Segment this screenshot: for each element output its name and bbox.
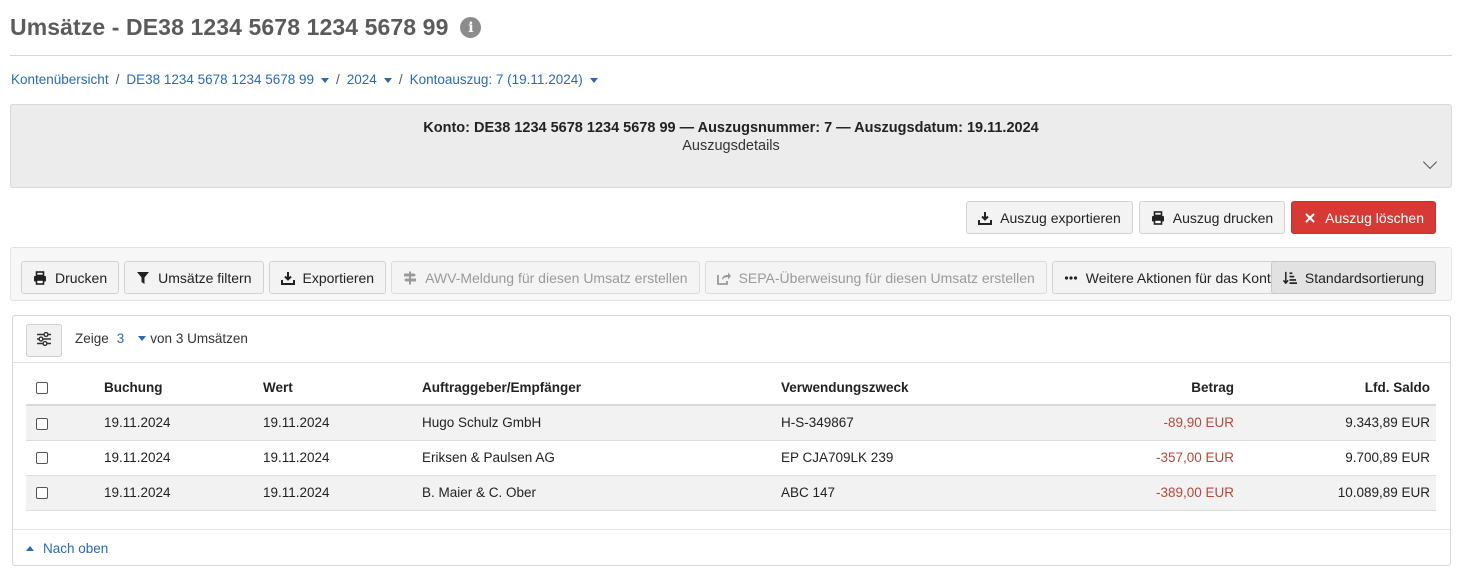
awv-report-label: AWV-Meldung für diesen Umsatz erstellen (425, 269, 688, 286)
cell-value-date: 19.11.2024 (263, 485, 330, 500)
statement-panel[interactable]: Konto: DE38 1234 5678 1234 5678 99 — Aus… (10, 104, 1452, 188)
row-checkbox[interactable] (36, 417, 48, 430)
cell-balance: 9.343,89 EUR (1345, 415, 1430, 431)
signpost-icon (403, 271, 417, 285)
table-row[interactable]: 19.11.2024 19.11.2024 Hugo Schulz GmbH H… (26, 405, 1436, 440)
awv-report-button[interactable]: AWV-Meldung für diesen Umsatz erstellen (391, 261, 700, 294)
breadcrumb-item-statement[interactable]: Kontoauszug: 7 (19.11.2024) (410, 72, 598, 87)
sepa-transfer-label: SEPA-Überweisung für diesen Umsatz erste… (738, 269, 1035, 286)
more-actions-label: Weitere Aktionen für das Konto (1085, 269, 1279, 286)
chevron-down-icon (321, 77, 330, 83)
row-checkbox[interactable] (36, 487, 48, 500)
column-header-balance[interactable]: Lfd. Saldo (1234, 371, 1436, 406)
printer-icon (33, 270, 47, 285)
filter-icon (136, 271, 150, 285)
footer-divider (13, 529, 1450, 530)
total-count-label: von 3 Umsätzen (150, 331, 248, 346)
download-icon (978, 211, 993, 225)
statement-header: Konto: DE38 1234 5678 1234 5678 99 — Aus… (423, 120, 1039, 136)
table-header-bar: Zeige 3 von 3 Umsätzen (13, 316, 1450, 363)
column-header-wert[interactable]: Wert (263, 371, 422, 406)
row-checkbox[interactable] (36, 452, 48, 465)
export-statement-button[interactable]: Auszug exportieren (966, 201, 1133, 234)
page-size-control: Zeige 3 von 3 Umsätzen (75, 331, 248, 346)
cell-booking-date: 19.11.2024 (104, 450, 171, 465)
cell-purpose: ABC 147 (781, 485, 836, 500)
table-row[interactable]: 19.11.2024 19.11.2024 B. Maier & C. Ober… (26, 475, 1436, 510)
print-statement-label: Auszug drucken (1172, 209, 1274, 226)
cell-booking-date: 19.11.2024 (104, 415, 171, 431)
cell-amount: -89,90 EUR (1163, 415, 1234, 431)
breadcrumb: Kontenübersicht / DE38 1234 5678 1234 56… (11, 72, 598, 87)
cell-amount: -389,00 EUR (1155, 485, 1234, 500)
sort-label: Standardsortierung (1304, 269, 1424, 286)
chevron-down-icon[interactable] (1422, 154, 1438, 170)
chevron-down-icon (383, 77, 392, 83)
cell-purpose: EP CJA709LK 239 (781, 450, 894, 465)
sort-button[interactable]: Standardsortierung (1270, 261, 1436, 294)
delete-statement-label: Auszug löschen (1325, 209, 1424, 226)
table-row[interactable]: 19.11.2024 19.11.2024 Eriksen & Paulsen … (26, 440, 1436, 475)
sort-icon (1282, 271, 1297, 285)
page: Umsätze - DE38 1234 5678 1234 5678 99 i … (10, 0, 1452, 566)
cell-value-date: 19.11.2024 (263, 450, 330, 465)
export-label: Exportieren (302, 269, 375, 286)
back-to-top-link[interactable]: Nach oben (26, 541, 108, 556)
filter-label: Umsätze filtern (158, 269, 252, 286)
column-header-purpose[interactable]: Verwendungszweck (781, 371, 1041, 406)
breadcrumb-item-kontenuebersicht[interactable]: Kontenübersicht (11, 72, 109, 87)
statement-details-label: Auszugsdetails (682, 138, 780, 154)
breadcrumb-separator: / (115, 72, 120, 87)
column-header-partner[interactable]: Auftraggeber/Empfänger (422, 371, 781, 406)
chevron-down-icon (589, 77, 598, 83)
breadcrumb-statement-label: Kontoauszug: 7 (19.11.2024) (409, 72, 583, 87)
cell-balance: 9.700,89 EUR (1345, 450, 1430, 465)
chevron-up-icon (26, 546, 34, 551)
page-size-value[interactable]: 3 (117, 331, 125, 346)
breadcrumb-item-year[interactable]: 2024 (347, 72, 392, 87)
breadcrumb-account-label: DE38 1234 5678 1234 5678 99 (126, 72, 315, 87)
close-icon (1303, 211, 1317, 225)
filter-button[interactable]: Umsätze filtern (124, 261, 264, 294)
sepa-transfer-button[interactable]: SEPA-Überweisung für diesen Umsatz erste… (704, 261, 1047, 294)
transactions-toolbar: Drucken Umsätze filtern Exportieren AWV-… (10, 247, 1452, 301)
breadcrumb-separator: / (336, 72, 340, 87)
transactions-card: Zeige 3 von 3 Umsätzen Buchung Wert Auft… (12, 315, 1451, 566)
select-all-checkbox[interactable] (36, 382, 48, 395)
title-row: Umsätze - DE38 1234 5678 1234 5678 99 i (10, 0, 1452, 56)
ellipsis-icon (1064, 271, 1078, 285)
cell-purpose: H-S-349867 (781, 415, 854, 431)
show-label: Zeige (75, 331, 109, 346)
download-icon (280, 271, 295, 285)
chevron-down-icon[interactable] (138, 336, 147, 341)
export-button[interactable]: Exportieren (268, 261, 387, 294)
column-header-buchung[interactable]: Buchung (104, 371, 263, 406)
breadcrumb-item-account[interactable]: DE38 1234 5678 1234 5678 99 (126, 72, 330, 87)
breadcrumb-separator: / (398, 72, 403, 87)
info-icon[interactable]: i (460, 17, 482, 38)
back-to-top-label: Nach oben (43, 541, 109, 556)
transactions-table: Buchung Wert Auftraggeber/Empfänger Verw… (26, 371, 1436, 511)
table-header-row: Buchung Wert Auftraggeber/Empfänger Verw… (26, 371, 1436, 406)
cell-partner: Hugo Schulz GmbH (422, 415, 542, 431)
print-button[interactable]: Drucken (21, 261, 120, 294)
statement-actions: Auszug exportieren Auszug drucken Auszug… (966, 201, 1436, 234)
delete-statement-button[interactable]: Auszug löschen (1291, 201, 1436, 234)
print-statement-button[interactable]: Auszug drucken (1138, 201, 1286, 234)
cell-value-date: 19.11.2024 (263, 415, 330, 431)
page-title: Umsätze - DE38 1234 5678 1234 5678 99 (10, 14, 449, 40)
cell-booking-date: 19.11.2024 (104, 485, 171, 500)
sliders-icon (36, 331, 52, 349)
export-statement-label: Auszug exportieren (1000, 209, 1121, 226)
print-label: Drucken (55, 269, 108, 286)
column-settings-button[interactable] (26, 324, 62, 357)
printer-icon (1151, 210, 1165, 225)
column-header-amount[interactable]: Betrag (1041, 371, 1234, 406)
cell-balance: 10.089,89 EUR (1337, 485, 1430, 500)
cell-partner: B. Maier & C. Ober (422, 485, 537, 500)
breadcrumb-year-label: 2024 (346, 72, 377, 87)
share-icon (716, 271, 731, 285)
cell-amount: -357,00 EUR (1155, 450, 1234, 465)
cell-partner: Eriksen & Paulsen AG (422, 450, 555, 465)
